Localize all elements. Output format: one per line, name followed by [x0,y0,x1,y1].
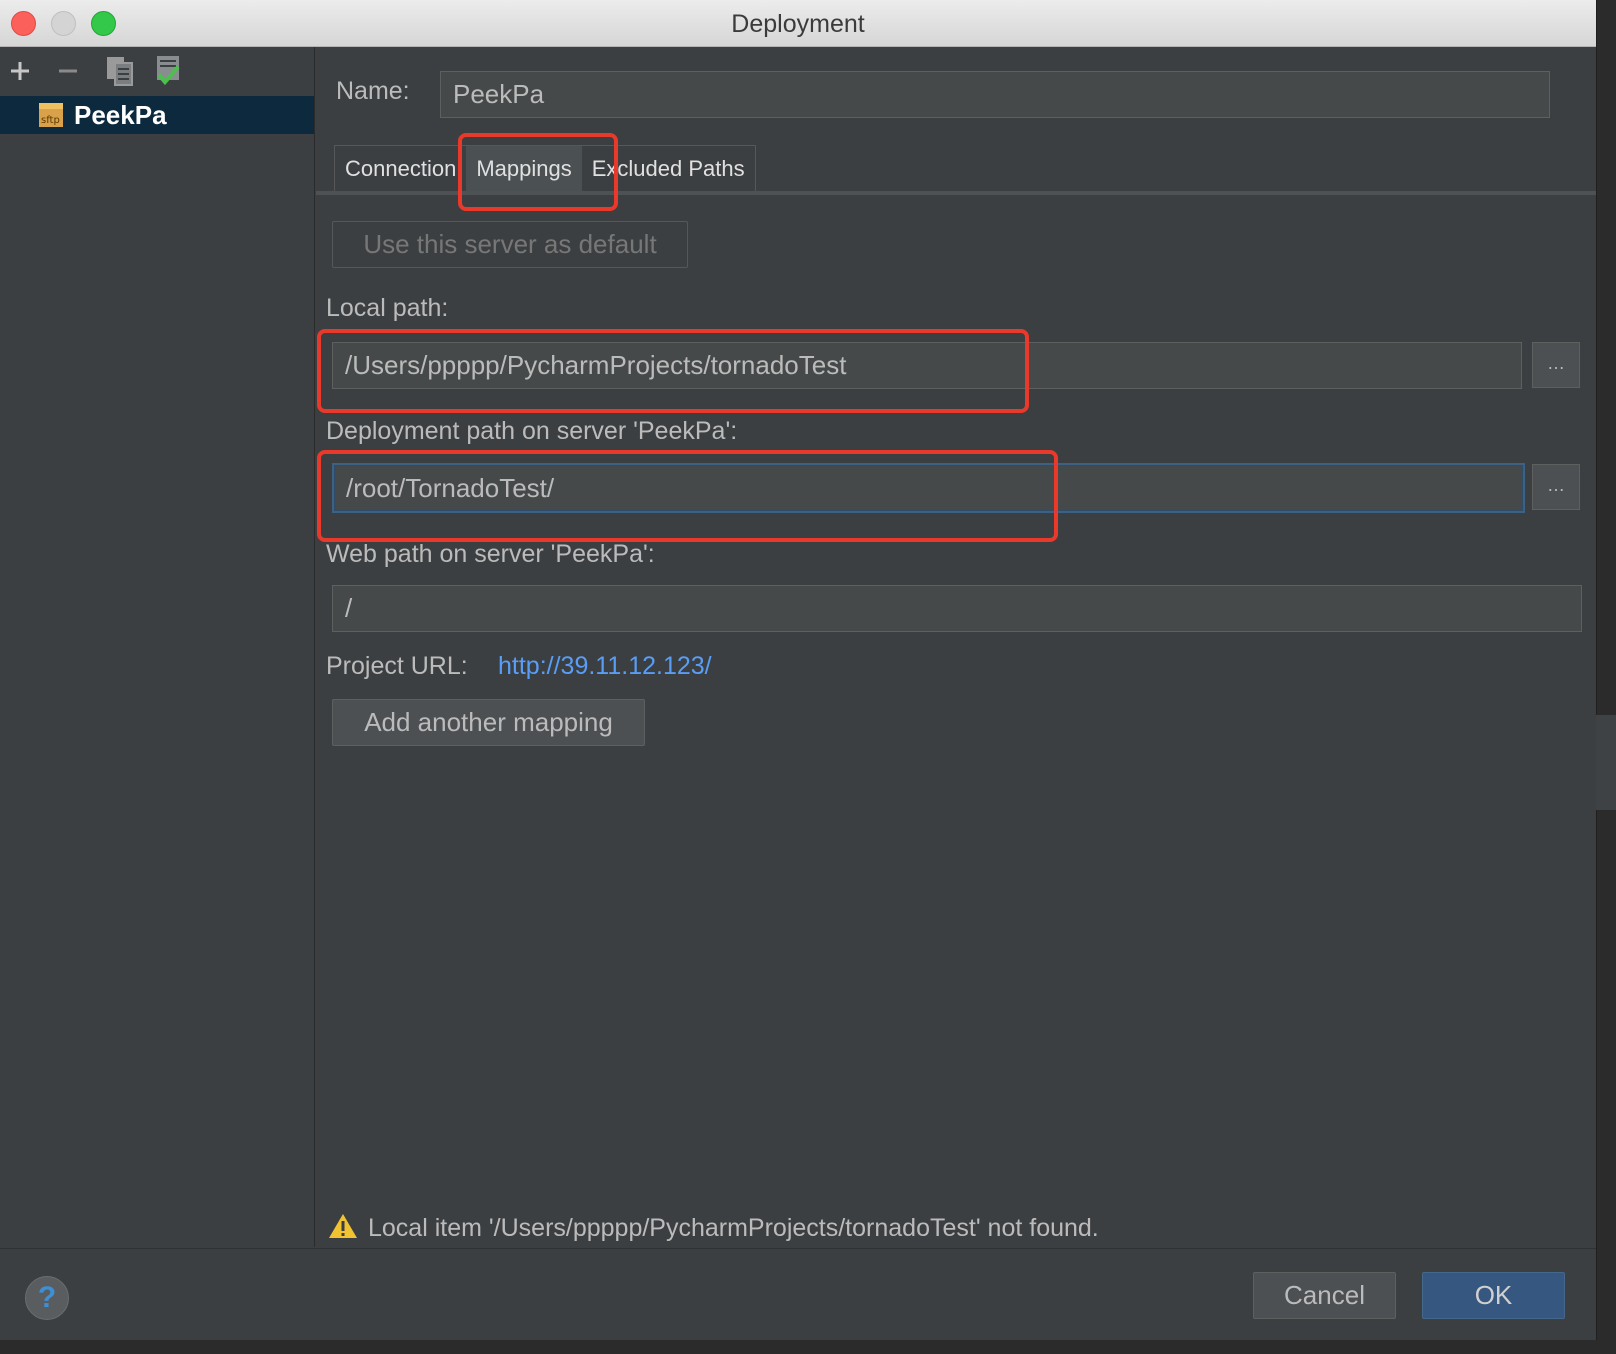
local-path-label: Local path: [326,294,449,322]
server-list-panel: sftp PeekPa [0,47,315,1247]
title-bar: Deployment [0,0,1596,47]
use-default-button[interactable]: Use this server as default [332,221,688,268]
tabs-divider [316,191,1596,195]
default-check-icon[interactable] [150,53,186,89]
name-label: Name: [336,77,410,105]
deployment-path-label: Deployment path on server 'PeekPa': [326,417,738,445]
local-path-field[interactable]: /Users/ppppp/PycharmProjects/tornadoTest [332,342,1522,389]
background-window-edge [1596,715,1616,810]
project-url-label: Project URL: [326,652,468,680]
ok-button[interactable]: OK [1422,1272,1565,1319]
web-path-field[interactable]: / [332,585,1582,632]
window-title: Deployment [731,10,865,38]
server-settings-panel: Name: PeekPa Connection Mappings Exclude… [316,47,1596,1247]
warning-text: Local item '/Users/ppppp/PycharmProjects… [368,1213,1099,1242]
add-icon[interactable] [2,53,38,89]
name-field[interactable]: PeekPa [440,71,1550,118]
warning-icon [328,1212,358,1245]
cancel-button[interactable]: Cancel [1253,1272,1396,1319]
tab-mappings[interactable]: Mappings [466,146,582,192]
tab-excluded-paths[interactable]: Excluded Paths [582,146,755,192]
add-another-mapping-button[interactable]: Add another mapping [332,699,645,746]
deployment-path-field[interactable]: /root/TornadoTest/ [332,463,1525,513]
svg-text:sftp: sftp [41,115,60,126]
deployment-path-browse-button[interactable]: … [1532,464,1580,510]
deployment-dialog: Deployment sftp PeekPa Name: PeekPa Conn… [0,0,1597,1340]
copy-icon[interactable] [102,53,138,89]
settings-tabs: Connection Mappings Excluded Paths [334,145,756,192]
server-list-toolbar [0,47,314,95]
project-url-link[interactable]: http://39.11.12.123/ [498,652,712,681]
dialog-footer: ? Cancel OK [0,1248,1596,1340]
tab-connection[interactable]: Connection [335,146,466,192]
remove-icon[interactable] [50,53,86,89]
help-button[interactable]: ? [25,1276,69,1320]
sftp-icon: sftp [38,101,66,129]
server-item-peekpa[interactable]: sftp PeekPa [0,96,314,134]
server-label: PeekPa [74,100,167,130]
local-path-browse-button[interactable]: … [1532,342,1580,388]
warning-message: Local item '/Users/ppppp/PycharmProjects… [328,1208,1099,1248]
web-path-label: Web path on server 'PeekPa': [326,540,655,568]
